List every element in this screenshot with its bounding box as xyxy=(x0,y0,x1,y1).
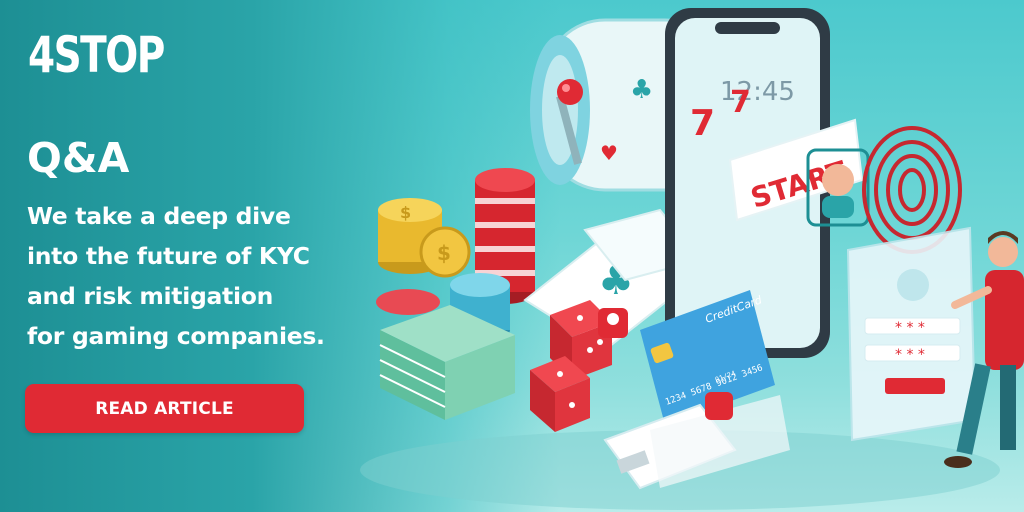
svg-text:♥: ♥ xyxy=(600,141,618,165)
description: We take a deep dive into the future of K… xyxy=(27,196,387,356)
read-article-button[interactable]: READ ARTICLE xyxy=(25,384,304,433)
svg-text:* * *: * * * xyxy=(895,320,925,336)
svg-text:$: $ xyxy=(400,203,411,222)
login-form-icon: * * * * * * xyxy=(846,226,977,442)
logo: 4STOP xyxy=(28,26,165,84)
description-line: and risk mitigation xyxy=(27,282,274,310)
description-line: for gaming companies. xyxy=(27,322,325,350)
svg-text:$: $ xyxy=(437,241,451,265)
svg-text:7: 7 xyxy=(690,103,715,144)
gold-coins-icon: $ $ xyxy=(378,198,471,278)
description-line: We take a deep dive xyxy=(27,202,291,230)
svg-text:♣: ♣ xyxy=(630,75,653,105)
illustration: ♣ 7 ♥ $ $ xyxy=(360,8,1024,510)
svg-text:* * *: * * * xyxy=(895,347,925,363)
headline: Q&A xyxy=(27,134,130,182)
svg-text:7: 7 xyxy=(730,85,751,120)
banner: ♣ 7 ♥ $ $ xyxy=(0,0,1024,512)
description-line: into the future of KYC xyxy=(27,242,310,270)
